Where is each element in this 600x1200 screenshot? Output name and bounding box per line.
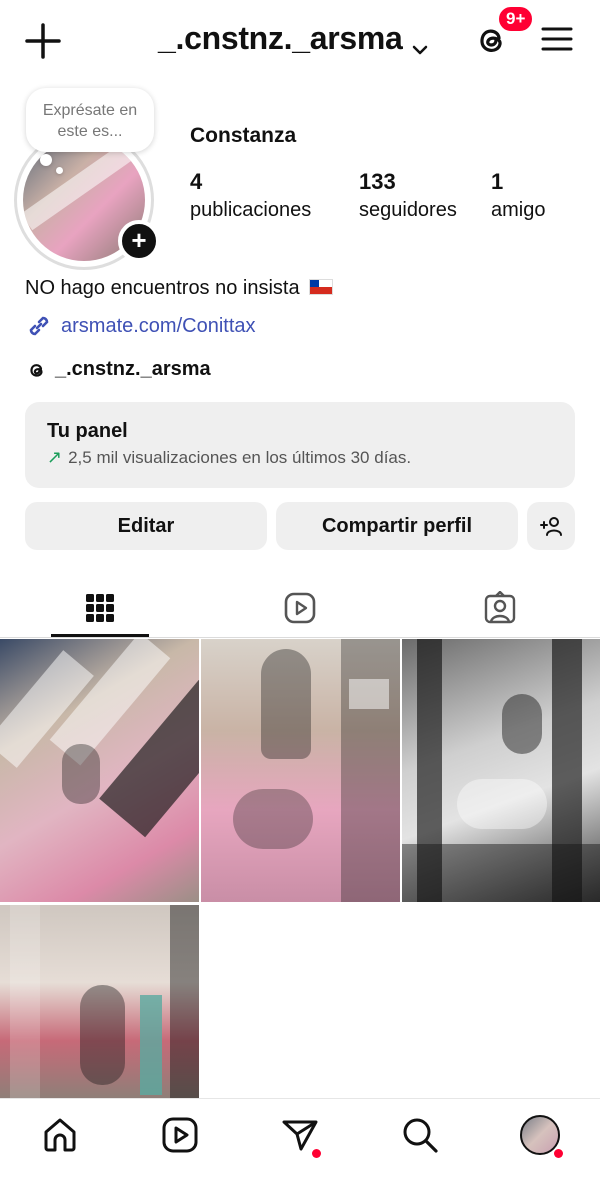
panel-subtitle-text: 2,5 mil visualizaciones en los últimos 3… <box>68 447 412 467</box>
chevron-down-icon <box>411 30 429 54</box>
share-profile-button[interactable]: Compartir perfil <box>276 502 518 550</box>
avatar-photo-detail <box>23 139 145 231</box>
bio: NO hago encuentros no insista <box>25 277 334 300</box>
stat-value: 1 <box>491 169 504 194</box>
stat-followers[interactable]: 133 seguidores <box>359 168 457 224</box>
reels-icon <box>162 1117 198 1153</box>
search-icon <box>403 1118 438 1153</box>
menu-icon[interactable] <box>540 22 574 56</box>
stat-friends[interactable]: 1 amigo <box>491 168 545 224</box>
stat-label: seguidores <box>359 199 457 221</box>
tab-posts[interactable] <box>0 578 200 638</box>
note-bubble-tail <box>40 154 52 166</box>
nav-profile-avatar[interactable] <box>520 1115 563 1158</box>
display-name: Constanza <box>190 124 297 147</box>
notification-badge[interactable]: 9+ <box>497 5 535 33</box>
home-icon <box>44 1118 76 1152</box>
tab-reels[interactable] <box>200 578 400 638</box>
edit-profile-button[interactable]: Editar <box>25 502 267 550</box>
post-thumbnail[interactable] <box>0 905 199 1099</box>
threads-icon <box>30 363 43 377</box>
add-story-button[interactable]: + <box>118 220 160 262</box>
nav-messages[interactable] <box>280 1115 321 1158</box>
panel-subtitle: ↗ 2,5 mil visualizaciones en los últimos… <box>47 447 553 468</box>
threads-handle-text: _.cnstnz._arsma <box>55 358 211 380</box>
bottom-navigation <box>0 1098 600 1200</box>
tab-tagged[interactable] <box>400 578 600 638</box>
trend-up-arrow-icon: ↗ <box>47 447 63 467</box>
profile-link-text[interactable]: arsmate.com/Conittax <box>61 315 256 338</box>
chile-flag-icon <box>309 279 334 295</box>
profile-link[interactable]: arsmate.com/Conittax <box>25 312 256 340</box>
nav-home[interactable] <box>40 1115 80 1155</box>
account-switcher[interactable]: _.cnstnz._arsma <box>158 20 429 57</box>
stat-label: amigo <box>491 199 546 221</box>
grid-icon <box>86 594 114 622</box>
stat-value: 133 <box>359 169 396 194</box>
post-thumbnail[interactable] <box>201 639 400 902</box>
note-bubble-tail-small <box>56 167 63 174</box>
nav-search[interactable] <box>400 1115 440 1155</box>
bio-text: NO hago encuentros no insista <box>25 277 300 299</box>
reels-icon <box>284 592 316 624</box>
link-icon <box>29 316 49 336</box>
notification-dot <box>312 1149 321 1158</box>
nav-reels[interactable] <box>160 1115 200 1155</box>
content-tabs <box>0 578 600 638</box>
tagged-icon <box>484 591 516 624</box>
posts-grid <box>0 639 600 1099</box>
active-tab-indicator <box>51 634 149 637</box>
stat-posts[interactable]: 4 publicaciones <box>190 168 311 224</box>
stat-label: publicaciones <box>190 199 312 221</box>
panel-title: Tu panel <box>47 420 128 442</box>
stat-value: 4 <box>190 169 203 194</box>
professional-dashboard[interactable]: Tu panel ↗ 2,5 mil visualizaciones en lo… <box>25 402 575 488</box>
top-bar: _.cnstnz._arsma 9+ <box>0 0 600 80</box>
notification-dot <box>554 1149 563 1158</box>
username-title: _.cnstnz._arsma <box>158 20 403 56</box>
discover-people-button[interactable] <box>527 502 575 550</box>
note-bubble[interactable]: Exprésate en este es... <box>26 88 154 152</box>
post-thumbnail[interactable] <box>402 639 600 902</box>
threads-profile-link[interactable]: _.cnstnz._arsma <box>25 358 211 381</box>
post-thumbnail[interactable] <box>0 639 199 902</box>
create-icon[interactable] <box>24 22 62 60</box>
add-person-icon <box>540 517 562 536</box>
